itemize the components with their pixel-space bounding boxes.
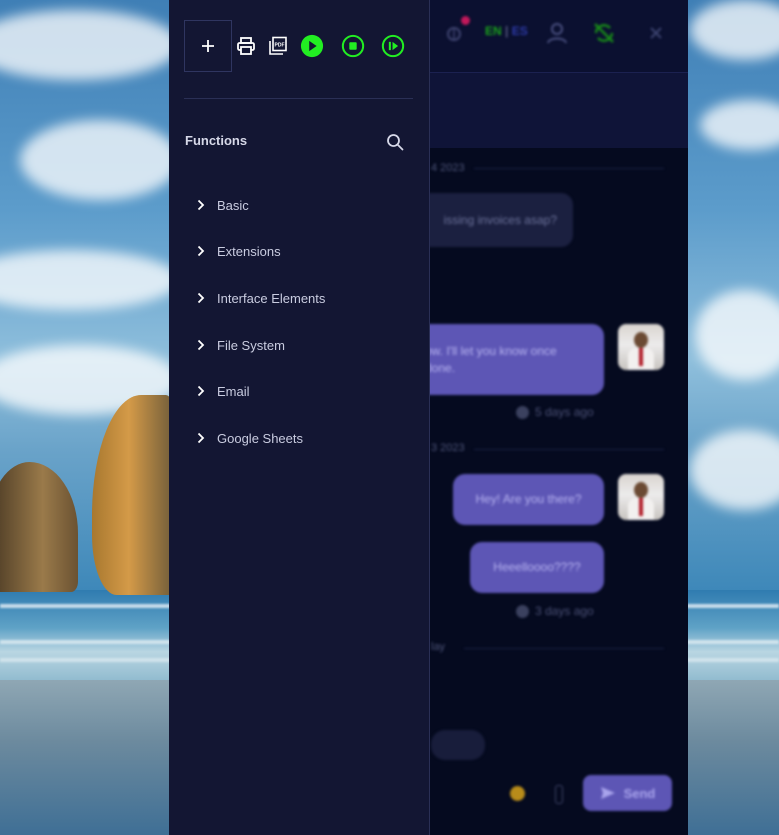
plus-icon [202, 40, 214, 52]
message-bubble-outgoing: Hey! Are you there? [453, 474, 604, 525]
timestamp-text: 3 days ago [535, 604, 594, 618]
print-button[interactable] [234, 34, 258, 58]
panel-toolbar: PDF [169, 0, 430, 98]
category-label: Google Sheets [217, 430, 304, 446]
step-forward-circle-icon [381, 34, 405, 58]
run-button[interactable] [300, 34, 324, 58]
message-text: Heeelloooo???? [493, 560, 581, 574]
chevron-right-icon [195, 245, 207, 257]
date-divider-line [474, 449, 664, 450]
send-button[interactable]: Send [583, 775, 672, 811]
printer-icon [237, 37, 255, 55]
function-category-email[interactable]: Email [195, 379, 250, 403]
function-category-interface-elements[interactable]: Interface Elements [195, 286, 325, 310]
panel-title: Functions [185, 133, 248, 148]
message-timestamp: 3 days ago [516, 604, 594, 618]
date-label: 4 2023 [431, 162, 465, 174]
timestamp-text: 5 days ago [535, 405, 594, 419]
function-category-google-sheets[interactable]: Google Sheets [195, 426, 303, 450]
user-icon[interactable] [544, 20, 570, 46]
function-category-file-system[interactable]: File System [195, 333, 285, 357]
date-label: 3 2023 [431, 442, 465, 454]
chevron-right-icon [195, 199, 207, 211]
close-icon[interactable] [643, 20, 669, 46]
send-icon [600, 787, 615, 799]
message-bubble-outgoing: Heeelloooo???? [470, 542, 604, 593]
category-label: File System [217, 337, 285, 353]
svg-text:PDF: PDF [275, 43, 285, 49]
send-label: Send [623, 785, 656, 801]
sync-off-icon[interactable] [591, 20, 617, 46]
category-label: Basic [217, 197, 249, 213]
notification-badge [461, 16, 470, 25]
play-circle-icon [300, 34, 324, 58]
function-category-extensions[interactable]: Extensions [195, 239, 281, 263]
stop-circle-icon [341, 34, 365, 58]
message-bubble-outgoing: ow. I'll let you know once done. [409, 324, 604, 395]
avatar [618, 474, 664, 520]
message-text: ow. I'll let you know once done. [425, 343, 557, 375]
functions-panel: PDF Functions Basic Extensions Interface… [169, 0, 430, 835]
chevron-right-icon [195, 432, 207, 444]
clock-icon [516, 604, 529, 618]
chevron-right-icon [195, 385, 207, 397]
paperclip-icon[interactable] [555, 785, 563, 804]
composer-input[interactable] [431, 730, 485, 760]
wallpaper-cloud [20, 120, 180, 200]
lang-es[interactable]: ES [512, 24, 528, 38]
message-timestamp: 5 days ago [516, 405, 594, 419]
message-text: Hey! Are you there? [475, 492, 582, 506]
date-label: lay [431, 641, 446, 653]
step-button[interactable] [381, 34, 405, 58]
message-text: issing invoices asap? [443, 212, 557, 227]
function-category-basic[interactable]: Basic [195, 193, 249, 217]
toolbar-divider [184, 98, 413, 99]
magnifier-icon [387, 134, 404, 151]
lang-en[interactable]: EN [485, 24, 502, 38]
clock-icon [516, 405, 529, 419]
date-divider-line [474, 168, 664, 169]
pdf-button[interactable]: PDF [266, 34, 290, 58]
category-label: Email [217, 383, 250, 399]
lang-separator: | [505, 24, 509, 38]
search-button[interactable] [384, 131, 406, 153]
avatar [618, 324, 664, 370]
chevron-right-icon [195, 292, 207, 304]
stop-button[interactable] [341, 34, 365, 58]
chevron-right-icon [195, 339, 207, 351]
category-label: Extensions [217, 243, 281, 259]
add-button[interactable] [184, 20, 232, 72]
pdf-gallery-icon: PDF [269, 36, 287, 55]
message-bubble-incoming: issing invoices asap? [409, 193, 573, 247]
date-divider-line [464, 648, 664, 649]
category-label: Interface Elements [217, 290, 326, 306]
emoji-icon[interactable] [510, 786, 525, 801]
language-toggle[interactable]: EN | ES [485, 24, 528, 38]
